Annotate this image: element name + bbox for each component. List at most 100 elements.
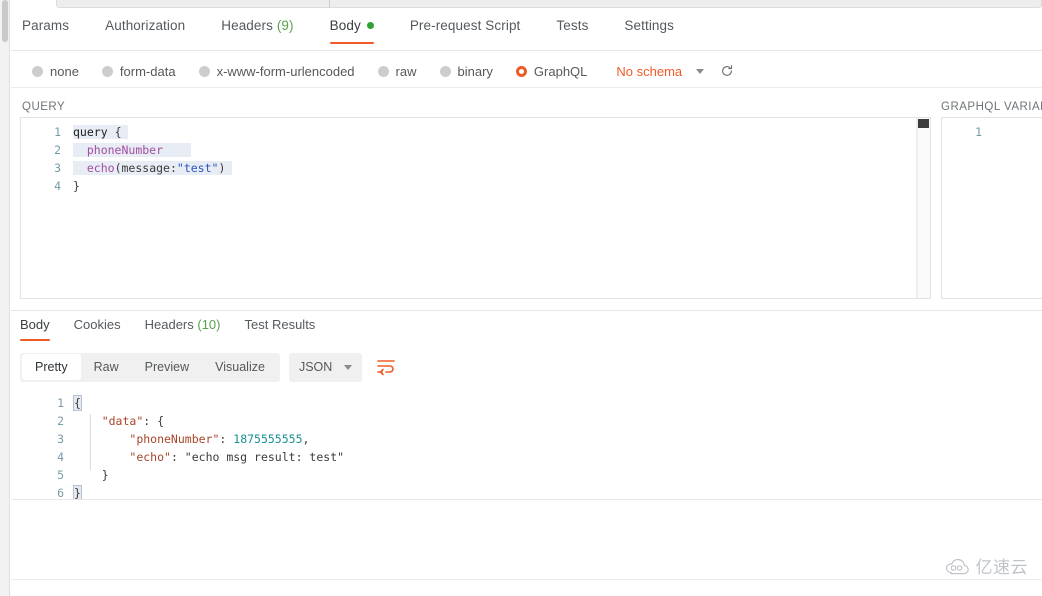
watermark-text: 亿速云	[975, 558, 1028, 578]
format-visualize-button[interactable]: Visualize	[202, 354, 278, 380]
tab-params-label: Params	[22, 18, 70, 33]
tab-pre-request-script-label: Pre-request Script	[409, 18, 521, 33]
radio-icon	[32, 65, 43, 77]
response-tabs: Body Cookies Headers (10) Test Results	[11, 314, 1042, 344]
response-tab-test-results[interactable]: Test Results	[245, 317, 316, 341]
tab-headers-count: (9)	[276, 18, 294, 33]
body-type-urlencoded-label: x-www-form-urlencoded	[216, 63, 355, 79]
query-panel-title: QUERY	[22, 101, 66, 113]
line-number: 1	[975, 125, 982, 139]
response-tab-body-label: Body	[20, 317, 50, 332]
query-line-1: query {	[73, 123, 926, 141]
json-key-data: "data"	[101, 414, 144, 428]
body-type-none[interactable]: none	[32, 64, 79, 79]
response-tab-test-results-label: Test Results	[244, 317, 316, 332]
chevron-down-icon	[344, 364, 353, 370]
query-line-2: phoneNumber	[73, 141, 926, 159]
line-number: 6	[57, 486, 64, 500]
tab-authorization-label: Authorization	[105, 18, 186, 33]
line-number: 5	[57, 468, 64, 482]
line-number: 1	[57, 396, 64, 410]
body-type-raw-label: raw	[395, 63, 417, 79]
response-section-divider	[11, 310, 1042, 311]
line-number: 4	[54, 179, 61, 193]
format-raw-button[interactable]: Raw	[81, 354, 132, 380]
response-code[interactable]: { "data": { "phoneNumber": 1875555555, "…	[73, 394, 1042, 500]
response-tab-body[interactable]: Body	[20, 317, 50, 341]
response-line-6: }	[73, 485, 82, 500]
query-scrollbar-track[interactable]	[917, 118, 930, 298]
tab-headers[interactable]: Headers (9)	[221, 18, 293, 44]
tab-pre-request-script[interactable]: Pre-request Script	[410, 18, 521, 44]
query-line-numbers: 1 2 3 4	[21, 123, 61, 195]
chevron-down-icon[interactable]	[696, 68, 705, 74]
tab-tests[interactable]: Tests	[556, 18, 588, 44]
body-type-binary[interactable]: binary	[439, 63, 493, 79]
query-line-3: echo(message:"test")	[73, 159, 926, 177]
response-language-select[interactable]: JSON	[288, 352, 363, 382]
graphql-query-editor[interactable]: 1 2 3 4 query { phoneNumber echo(message…	[20, 117, 931, 299]
body-type-urlencoded[interactable]: x-www-form-urlencoded	[198, 63, 355, 79]
format-preview-button[interactable]: Preview	[132, 354, 202, 380]
json-key-echo: "echo"	[129, 450, 171, 464]
response-tab-cookies[interactable]: Cookies	[74, 317, 121, 341]
response-line-numbers: 1 2 3 4 5 6	[38, 394, 64, 500]
tab-settings-label: Settings	[624, 18, 675, 33]
radio-icon	[377, 65, 389, 77]
body-type-form-data[interactable]: form-data	[101, 64, 176, 79]
tab-authorization[interactable]: Authorization	[105, 18, 185, 44]
line-number: 2	[54, 143, 61, 157]
response-format-toolbar: Pretty Raw Preview Visualize JSON	[20, 352, 396, 382]
radio-icon	[198, 65, 210, 77]
indent-guide	[90, 414, 91, 470]
body-type-none-label: none	[50, 63, 79, 79]
refresh-icon[interactable]	[720, 64, 734, 78]
url-bar-partial[interactable]	[56, 0, 1042, 8]
line-number: 3	[57, 432, 64, 446]
response-body-editor[interactable]: 1 2 3 4 5 6 { "data": { "phoneNumber": 1…	[11, 390, 1042, 500]
body-type-underline	[11, 87, 1042, 88]
query-scrollbar-thumb[interactable]	[918, 119, 929, 128]
url-bar-divider	[329, 0, 330, 8]
tab-headers-label: Headers	[221, 18, 273, 33]
graphql-variables-editor[interactable]: 1	[941, 117, 1042, 299]
response-tab-cookies-label: Cookies	[73, 317, 121, 332]
line-number: 3	[54, 161, 61, 175]
response-line-5: }	[101, 468, 109, 482]
wrap-lines-icon[interactable]	[376, 358, 396, 376]
response-line-3: "phoneNumber": 1875555555,	[129, 432, 310, 446]
response-line-2: "data": {	[101, 414, 165, 428]
format-pretty-button[interactable]: Pretty	[22, 354, 81, 380]
format-button-group: Pretty Raw Preview Visualize	[20, 352, 280, 382]
cloud-logo-icon	[945, 558, 969, 574]
top-cutoff-toolbar	[11, 0, 1042, 10]
response-tab-headers[interactable]: Headers (10)	[145, 317, 221, 341]
body-type-binary-label: binary	[457, 63, 493, 79]
response-body-bottom-border	[11, 499, 1042, 500]
radio-icon	[439, 65, 451, 77]
query-code[interactable]: query { phoneNumber echo(message:"test")…	[73, 123, 926, 195]
schema-selector[interactable]: No schema	[616, 64, 682, 79]
json-key-phonenumber: "phoneNumber"	[129, 432, 220, 446]
radio-selected-icon	[515, 65, 527, 77]
tab-settings[interactable]: Settings	[624, 18, 674, 44]
body-type-raw[interactable]: raw	[377, 63, 417, 79]
request-tabs: Params Authorization Headers (9) Body Pr…	[11, 12, 1042, 50]
body-type-graphql[interactable]: GraphQL	[515, 63, 588, 79]
response-tab-headers-count: (10)	[197, 317, 221, 332]
tab-params[interactable]: Params	[22, 18, 69, 44]
postman-request-response-pane: Params Authorization Headers (9) Body Pr…	[0, 0, 1042, 596]
variables-line-numbers: 1	[942, 123, 982, 141]
query-line-4: }	[73, 179, 80, 193]
watermark: 亿速云	[945, 553, 1029, 578]
tab-body-label: Body	[329, 18, 361, 33]
tab-body[interactable]: Body	[329, 18, 374, 44]
response-line-4: "echo": "echo msg result: test"	[129, 450, 345, 464]
tab-tests-label: Tests	[556, 18, 589, 33]
left-rail	[0, 0, 10, 596]
line-number: 4	[57, 450, 64, 464]
response-tab-headers-label: Headers	[144, 317, 194, 332]
body-type-graphql-label: GraphQL	[533, 63, 588, 79]
rail-scrollbar[interactable]	[2, 0, 8, 42]
text-cursor	[80, 486, 82, 499]
